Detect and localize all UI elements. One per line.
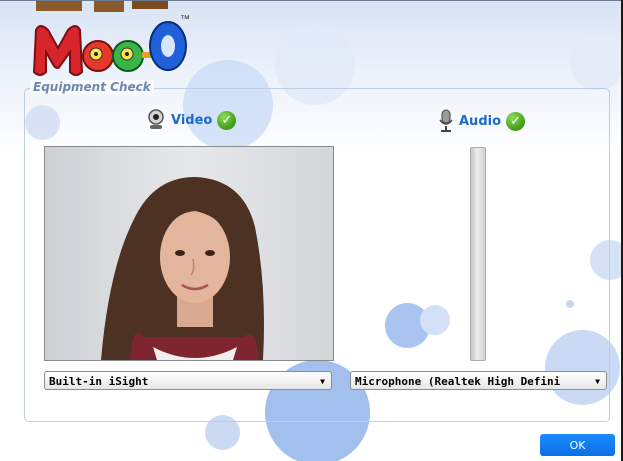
video-check-icon: ✓ (217, 110, 237, 130)
moo-o-logo: ™ (32, 0, 190, 76)
video-label: Video (171, 112, 213, 128)
microphone-select[interactable]: Microphone (Realtek High Defini ▼ (350, 371, 607, 390)
microphone-icon (439, 109, 453, 132)
video-preview (44, 146, 334, 361)
audio-check-icon: ✓ (506, 111, 526, 131)
video-heading: Video ✓ (146, 109, 237, 131)
camera-select[interactable]: Built-in iSight ▼ (44, 371, 332, 390)
microphone-select-value: Microphone (Realtek High Defini (355, 375, 561, 388)
svg-text:™: ™ (180, 14, 190, 25)
camera-select-value: Built-in iSight (49, 375, 149, 388)
bubble-decoration (570, 35, 623, 90)
window-border (0, 0, 623, 1)
chevron-down-icon: ▼ (595, 377, 600, 386)
audio-label: Audio (459, 113, 502, 129)
chevron-down-icon: ▼ (320, 377, 325, 386)
ok-button[interactable]: OK (540, 434, 615, 456)
audio-heading: Audio ✓ (438, 109, 526, 133)
panel-title: Equipment Check (30, 80, 154, 94)
equipment-check-window: ™ Equipment Check Video ✓ Audio ✓ Built-… (0, 0, 623, 461)
webcam-icon (148, 109, 164, 129)
webcam-feed-portrait (45, 147, 333, 360)
audio-level-meter (470, 147, 486, 361)
